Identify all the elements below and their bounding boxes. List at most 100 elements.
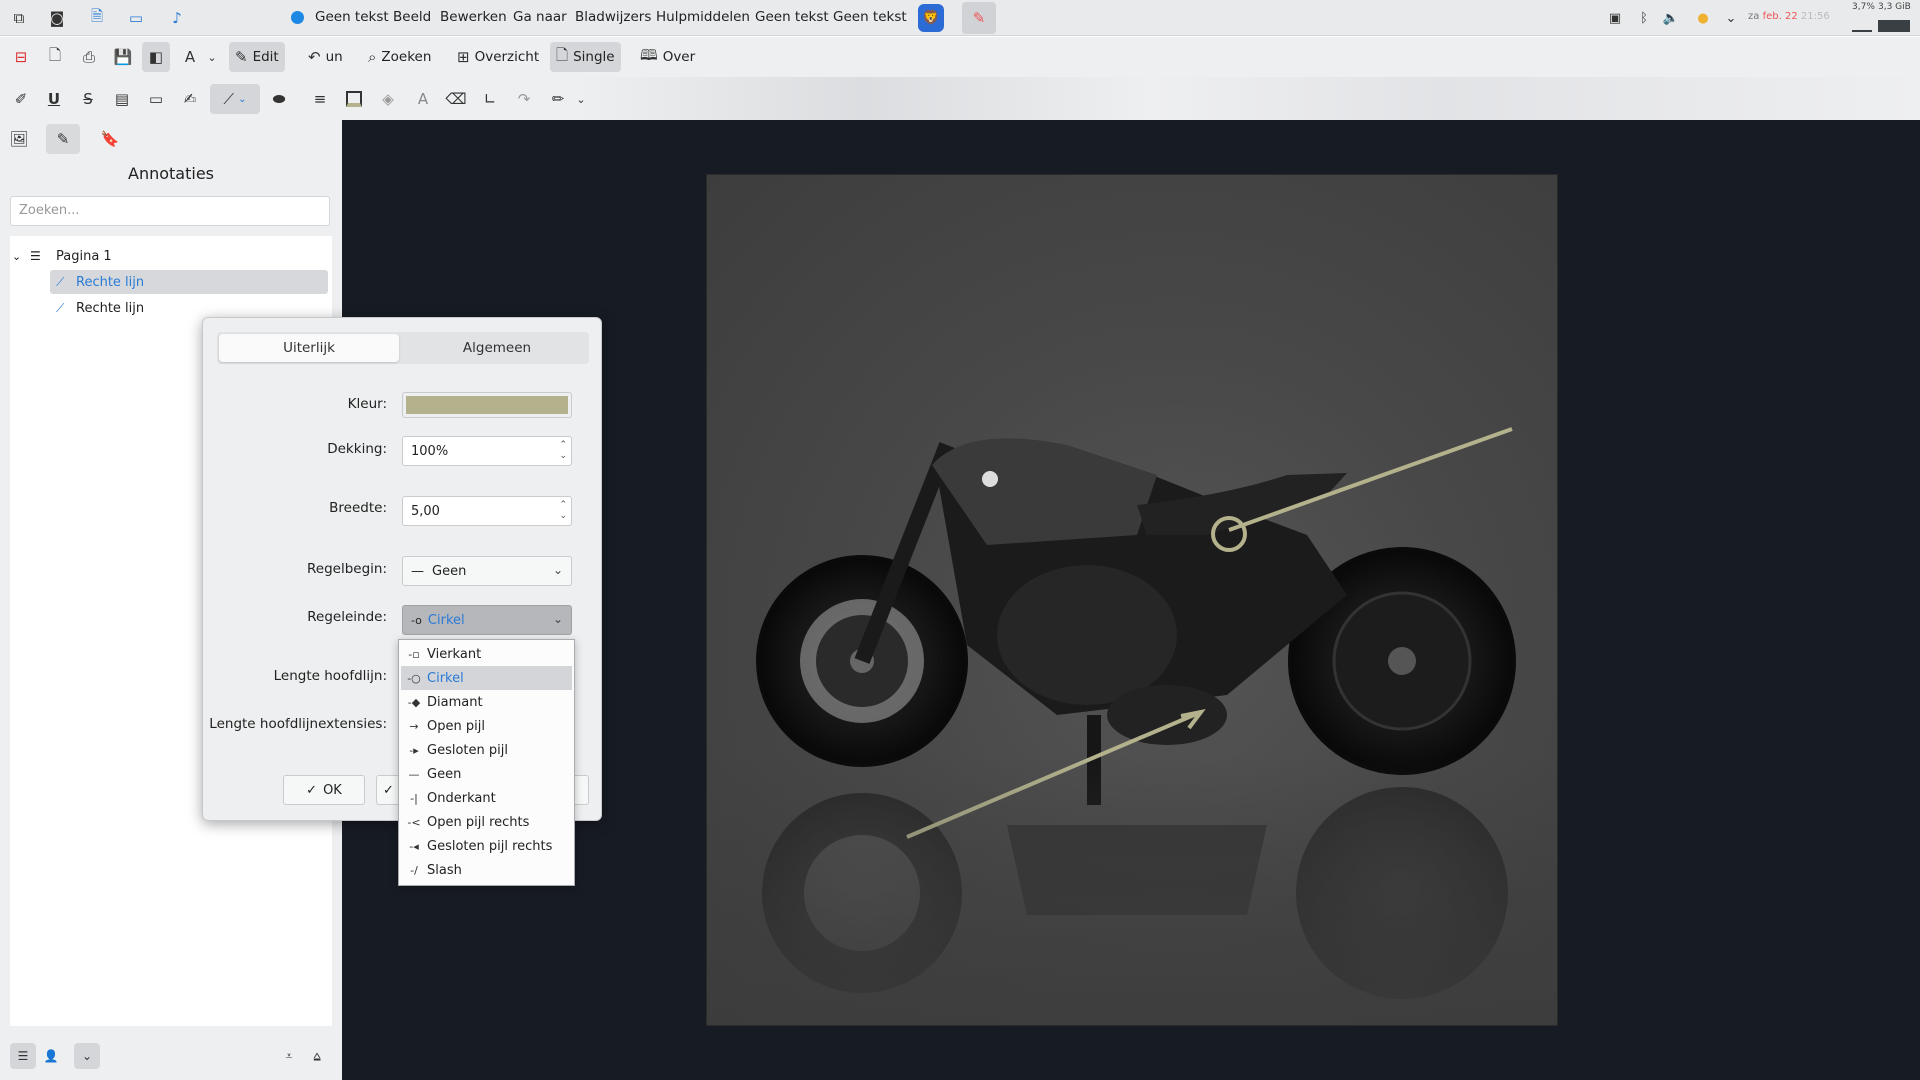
weather-icon[interactable]: ● bbox=[1694, 9, 1712, 27]
ok-button[interactable]: ✓ OK bbox=[283, 775, 365, 805]
width-spinbox[interactable]: 5,00 ⌃ ⌄ bbox=[402, 496, 572, 526]
menu-file[interactable]: Geen tekst bbox=[315, 9, 389, 25]
line-start-label: Regelbegin: bbox=[306, 561, 387, 577]
option-open-arrow[interactable]: → Open pijl bbox=[401, 714, 572, 738]
book-icon: 🕮 bbox=[640, 45, 658, 64]
measure-icon[interactable]: ∟ bbox=[476, 84, 504, 114]
chevron-down-icon[interactable]: ⌄ bbox=[12, 250, 21, 263]
line-width-icon[interactable]: ≡ bbox=[306, 84, 334, 114]
option-butt[interactable]: -| Onderkant bbox=[401, 786, 572, 810]
overview-icon: ⊞ bbox=[457, 48, 470, 66]
thumbnails-tab-icon[interactable]: 🖼 bbox=[2, 124, 36, 154]
tree-item[interactable]: ⟋ Rechte lijn bbox=[10, 270, 332, 294]
line-start-select[interactable]: — Geen ⌄ bbox=[402, 556, 572, 586]
text-select-icon[interactable]: A bbox=[176, 42, 204, 72]
color-fill bbox=[406, 396, 568, 414]
volume-icon[interactable]: 🔈 bbox=[1662, 9, 1680, 27]
expand-all-icon[interactable]: ⩡ bbox=[276, 1043, 302, 1069]
music-icon[interactable]: ♪ bbox=[166, 8, 188, 28]
author-icon[interactable]: 👤 bbox=[38, 1043, 64, 1069]
clipboard-icon[interactable]: ▣ bbox=[1606, 9, 1624, 27]
menu-edit[interactable]: Bewerken bbox=[440, 9, 507, 25]
overview-button[interactable]: ⊞ Overzicht bbox=[451, 42, 545, 72]
brave-browser-icon[interactable]: 🦁 bbox=[918, 4, 944, 32]
about-button[interactable]: 🕮 Over bbox=[634, 42, 701, 72]
option-closed-arrow-right[interactable]: -◂ Gesloten pijl rechts bbox=[401, 834, 572, 858]
chevron-down-icon[interactable]: ⌄ bbox=[204, 42, 220, 72]
option-diamond[interactable]: -◆ Diamant bbox=[401, 690, 572, 714]
opacity-spinbox[interactable]: 100% ⌃ ⌄ bbox=[402, 436, 572, 466]
highlighter-icon[interactable]: ✐ bbox=[7, 84, 35, 114]
reflection-fade bbox=[707, 755, 1557, 1025]
eraser-icon[interactable]: ⌫ bbox=[442, 84, 470, 114]
line-tool-icon[interactable]: ⟋ ⌄ bbox=[210, 84, 260, 114]
option-closed-arrow[interactable]: -▸ Gesloten pijl bbox=[401, 738, 572, 762]
sidebar-toggle-icon[interactable]: ◧ bbox=[142, 42, 170, 72]
undo-button[interactable]: ↶ un bbox=[302, 42, 349, 72]
option-slash[interactable]: -/Slash bbox=[401, 858, 572, 882]
check-icon: ✓ bbox=[306, 782, 318, 798]
clock[interactable]: za feb. 22 21:56 bbox=[1748, 11, 1830, 22]
color-button[interactable] bbox=[402, 392, 572, 418]
tab-general[interactable]: Algemeen bbox=[407, 334, 587, 362]
bookmarks-tab-icon[interactable]: 🔖 bbox=[93, 124, 127, 154]
underline-icon[interactable]: U bbox=[40, 84, 68, 114]
typewriter-icon[interactable]: ▤ bbox=[108, 84, 136, 114]
search-button[interactable]: ⌕ Zoeken bbox=[362, 42, 437, 72]
menu-settings[interactable]: Geen tekst bbox=[755, 9, 829, 25]
list-view-icon[interactable]: ☰ bbox=[10, 1043, 36, 1069]
annotation-search-input[interactable]: Zoeken... bbox=[10, 196, 330, 226]
collapse-all-icon[interactable]: ⩠ bbox=[304, 1043, 330, 1069]
line-annotation-icon: ⟋ bbox=[56, 300, 65, 315]
option-square[interactable]: -▫ Vierkant bbox=[401, 642, 572, 666]
ellipse-icon[interactable]: ⬬ bbox=[265, 84, 293, 114]
cpu-monitor[interactable]: 3,7% bbox=[1852, 2, 1875, 12]
okular-taskbar-icon[interactable]: ✎ bbox=[962, 2, 996, 34]
screenshot-icon[interactable]: ◙ bbox=[46, 8, 68, 28]
option-none[interactable]: — Geen bbox=[401, 762, 572, 786]
edit-button[interactable]: ✎ Edit bbox=[229, 42, 285, 72]
tab-appearance[interactable]: Uiterlijk bbox=[219, 334, 399, 362]
save-icon[interactable]: 💾 bbox=[109, 42, 137, 72]
chevron-down-icon[interactable]: ⌄ bbox=[572, 84, 590, 114]
open-icon[interactable]: 🗋 bbox=[41, 42, 69, 72]
memory-monitor[interactable]: 3,3 GiB bbox=[1878, 2, 1911, 12]
memory-bar bbox=[1878, 20, 1910, 32]
tree-page-row[interactable]: ⌄ ☰ Pagina 1 bbox=[10, 244, 332, 268]
freehand-icon[interactable]: ✍ bbox=[176, 84, 204, 114]
document-viewer-icon[interactable]: 🗎 bbox=[86, 7, 108, 28]
fill-color-icon[interactable]: ◈ bbox=[374, 84, 402, 114]
redo-icon[interactable]: ↷ bbox=[510, 84, 538, 114]
option-circle[interactable]: -○ Cirkel bbox=[401, 666, 572, 690]
option-open-arrow-right[interactable]: -< Open pijl rechts bbox=[401, 810, 572, 834]
spin-arrows-icon[interactable]: ⌃ ⌄ bbox=[559, 500, 567, 522]
menu-bookmarks[interactable]: Bladwijzers bbox=[575, 9, 651, 25]
overview-label: Overzicht bbox=[474, 49, 540, 65]
print-icon[interactable]: ⎙ bbox=[75, 42, 103, 72]
bluetooth-icon[interactable]: ᛒ bbox=[1635, 9, 1653, 27]
line-end-select[interactable]: -o Cirkel ⌄ bbox=[402, 605, 572, 635]
menu-view[interactable]: Beeld bbox=[393, 9, 431, 25]
quick-annotations-icon[interactable]: ✏ bbox=[544, 84, 572, 114]
single-page-button[interactable]: 🗋 Single bbox=[550, 42, 621, 72]
workspace-icon[interactable]: ⧉ bbox=[8, 8, 30, 28]
chevron-down-icon[interactable]: ⌄ bbox=[74, 1043, 100, 1069]
note-icon[interactable]: ▭ bbox=[142, 84, 170, 114]
opacity-value: 100% bbox=[411, 443, 449, 459]
open-arrow-right-icon: -< bbox=[407, 815, 421, 829]
tree-page-label: Pagina 1 bbox=[56, 248, 112, 264]
stroke-color-icon[interactable] bbox=[340, 84, 368, 114]
strikethrough-icon[interactable]: S bbox=[74, 84, 102, 114]
font-icon[interactable]: A bbox=[409, 84, 437, 114]
menu-go[interactable]: Ga naar bbox=[513, 9, 567, 25]
circle-end-icon: -○ bbox=[407, 671, 421, 685]
annotations-tab-icon[interactable]: ✎ bbox=[46, 124, 80, 154]
menu-tools[interactable]: Hulpmiddelen bbox=[656, 9, 750, 25]
document-page[interactable] bbox=[706, 174, 1558, 1026]
folder-icon[interactable]: ▭ bbox=[125, 8, 147, 28]
menu-help[interactable]: Geen tekst bbox=[833, 9, 907, 25]
butt-end-icon: -| bbox=[410, 791, 418, 805]
spin-arrows-icon[interactable]: ⌃ ⌄ bbox=[559, 440, 567, 462]
tray-expand-icon[interactable]: ⌄ bbox=[1722, 9, 1740, 27]
close-document-icon[interactable]: ⊟ bbox=[7, 42, 35, 72]
